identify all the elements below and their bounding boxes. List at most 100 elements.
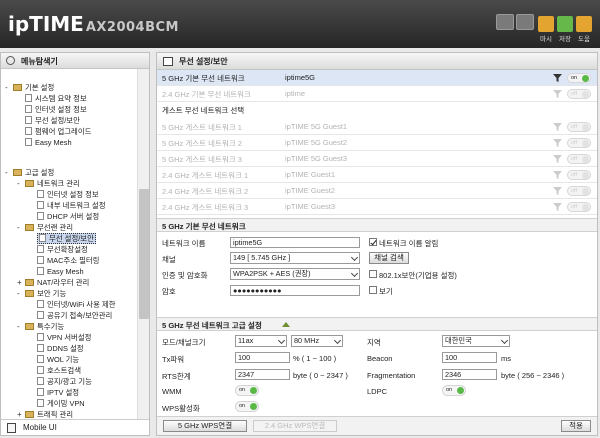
filter-icon[interactable] <box>553 74 562 82</box>
channel-width-select[interactable]: 80 MHz <box>291 335 343 347</box>
menu-wol[interactable]: WOL 기능 <box>37 354 79 365</box>
guest-toggle[interactable]: off <box>567 122 591 132</box>
menu-mac-filter[interactable]: MAC주소 필터링 <box>37 255 99 266</box>
fragmentation-input[interactable]: 2346 <box>442 369 497 380</box>
menu-nat-router[interactable]: NAT/라우터 관리 <box>25 277 89 288</box>
folder-icon <box>25 323 34 330</box>
guest-toggle[interactable]: off <box>567 202 591 212</box>
menu-internet-wifi-limit[interactable]: 인터넷/WiFi 사용 제한 <box>37 299 116 310</box>
guest-toggle[interactable]: off <box>567 154 591 164</box>
page-icon <box>37 399 44 407</box>
menu-internet-settings[interactable]: 인터넷 설정 정보 <box>37 189 99 200</box>
menu-dhcp-server[interactable]: DHCP 서버 설정 <box>37 211 99 222</box>
menu-easy-mesh[interactable]: Easy Mesh <box>37 266 84 277</box>
filter-icon[interactable] <box>553 155 562 163</box>
region-select[interactable]: 대한민국 <box>442 335 510 347</box>
rts-input[interactable]: 2347 <box>235 369 290 380</box>
help-icon[interactable] <box>576 16 592 32</box>
filter-icon[interactable] <box>553 123 562 131</box>
wps-toggle[interactable]: on <box>235 401 259 412</box>
guest-row[interactable]: 2.4 GHz 게스트 네트워크 1 ipTIME Guest1 off <box>157 167 597 183</box>
menu-advanced-settings[interactable]: 고급 설정 <box>13 167 54 178</box>
menu-internal-network[interactable]: 내부 네트워크 설정 <box>37 200 106 211</box>
save-icon[interactable] <box>557 16 573 32</box>
expand-icon[interactable]: + <box>17 409 22 419</box>
broadcast-name-checkbox[interactable] <box>369 238 377 246</box>
menu-wireless-management[interactable]: 무선랜 관리 <box>25 222 73 233</box>
menu-wireless-extension[interactable]: 무선확장설정 <box>37 244 88 255</box>
folder-icon <box>25 224 34 231</box>
beacon-input[interactable]: 100 <box>442 352 497 363</box>
logout-icon[interactable] <box>516 14 534 30</box>
toggle-24g[interactable]: off <box>567 89 591 99</box>
menu-basic-settings[interactable]: 기본 설정 <box>13 82 54 93</box>
search-icon <box>6 56 15 65</box>
menu-ddns[interactable]: DDNS 설정 <box>37 343 84 354</box>
guest-toggle[interactable]: off <box>567 170 591 180</box>
mode-select[interactable]: 11ax <box>235 335 287 347</box>
guest-toggle[interactable]: off <box>567 186 591 196</box>
guest-toggle[interactable]: off <box>567 138 591 148</box>
menu-gaming-vpn[interactable]: 게이밍 VPN <box>37 398 85 409</box>
ldpc-toggle[interactable]: on <box>442 385 466 396</box>
filter-icon[interactable] <box>553 203 562 211</box>
8021x-checkbox[interactable] <box>369 270 377 278</box>
restart-icon[interactable] <box>538 16 554 32</box>
network-name-input[interactable]: iptime5G <box>230 237 360 248</box>
guest-row[interactable]: 2.4 GHz 게스트 네트워크 2 ipTIME Guest2 off <box>157 183 597 199</box>
collapse-icon[interactable]: - <box>17 288 20 299</box>
collapse-triangle-icon[interactable] <box>282 322 290 327</box>
apply-button[interactable]: 적용 <box>561 420 591 432</box>
filter-icon[interactable] <box>553 187 562 195</box>
menu-special[interactable]: 특수기능 <box>25 321 64 332</box>
collapse-icon[interactable]: - <box>5 82 8 93</box>
menu-system-summary[interactable]: 시스템 요약 정보 <box>25 93 87 104</box>
wps-5g-button[interactable]: 5 GHz WPS연결 <box>163 420 247 432</box>
collapse-icon[interactable]: - <box>5 167 8 178</box>
collapse-icon[interactable]: - <box>17 321 20 332</box>
menu-security[interactable]: 보안 기능 <box>25 288 66 299</box>
collapse-icon[interactable]: - <box>17 222 20 233</box>
password-input[interactable]: ●●●●●●●●●●● <box>230 285 360 296</box>
expand-icon[interactable]: + <box>17 277 22 288</box>
tx-power-input[interactable]: 100 <box>235 352 290 363</box>
menu-iptv[interactable]: IPTV 설정 <box>37 387 79 398</box>
guest-row[interactable]: 2.4 GHz 게스트 네트워크 3 ipTIME Guest3 off <box>157 199 597 215</box>
filter-icon[interactable] <box>553 139 562 147</box>
page-icon <box>37 366 44 374</box>
menu-host-search[interactable]: 호스트검색 <box>37 365 81 376</box>
network-row-5g[interactable]: 5 GHz 기본 무선 네트워크 iptime5G on <box>157 70 597 86</box>
filter-icon[interactable] <box>553 171 562 179</box>
menu-traffic[interactable]: 트래픽 관리 <box>25 409 73 419</box>
menu-wireless-security[interactable]: 무선 설정/보안 <box>25 115 80 126</box>
menu-firmware-upgrade[interactable]: 펌웨어 업그레이드 <box>25 126 91 137</box>
menu-easy-mesh-basic[interactable]: Easy Mesh <box>25 137 72 148</box>
menu-vpn-server[interactable]: VPN 서버설정 <box>37 332 91 343</box>
channel-select[interactable]: 149 [ 5.745 GHz ] <box>230 252 360 264</box>
menu-router-access-security[interactable]: 공유기 접속/보안관리 <box>37 310 112 321</box>
wps-24g-button[interactable]: 2.4 GHz WPS연결 <box>253 420 337 432</box>
home-icon[interactable] <box>496 14 514 30</box>
ldpc-label: LDPC <box>367 387 388 396</box>
guest-row[interactable]: 5 GHz 게스트 네트워크 2 ipTIME 5G Guest2 off <box>157 135 597 151</box>
guest-row[interactable]: 5 GHz 게스트 네트워크 1 ipTIME 5G Guest1 off <box>157 119 597 135</box>
menu-network-management[interactable]: 네트워크 관리 <box>25 178 80 189</box>
menu-internet-info[interactable]: 인터넷 설정 정보 <box>25 104 87 115</box>
show-password-checkbox[interactable] <box>369 286 377 294</box>
auth-select[interactable]: WPA2PSK + AES (권장) <box>230 268 360 280</box>
menu-notice-ad[interactable]: 공지/광고 기능 <box>37 376 92 387</box>
mobile-ui-link[interactable]: Mobile UI <box>1 419 149 435</box>
filter-icon[interactable] <box>553 90 562 98</box>
wmm-toggle[interactable]: on <box>235 385 259 396</box>
folder-icon <box>25 279 34 286</box>
sidebar-scrollbar[interactable] <box>137 69 149 419</box>
page-icon <box>25 138 32 146</box>
toggle-5g[interactable]: on <box>567 73 591 83</box>
scroll-thumb[interactable] <box>139 189 149 319</box>
guest-row[interactable]: 5 GHz 게스트 네트워크 3 ipTIME 5G Guest3 off <box>157 151 597 167</box>
menu-wireless-settings-active[interactable]: 무선 설정/보안 <box>37 233 96 244</box>
network-row-24g[interactable]: 2.4 GHz 기본 무선 네트워크 iptime off <box>157 86 597 102</box>
collapse-icon[interactable]: - <box>17 178 20 189</box>
advanced-settings-section[interactable]: 5 GHz 무선 네트워크 고급 설정 <box>157 317 597 331</box>
channel-search-button[interactable]: 채널 검색 <box>369 252 409 264</box>
